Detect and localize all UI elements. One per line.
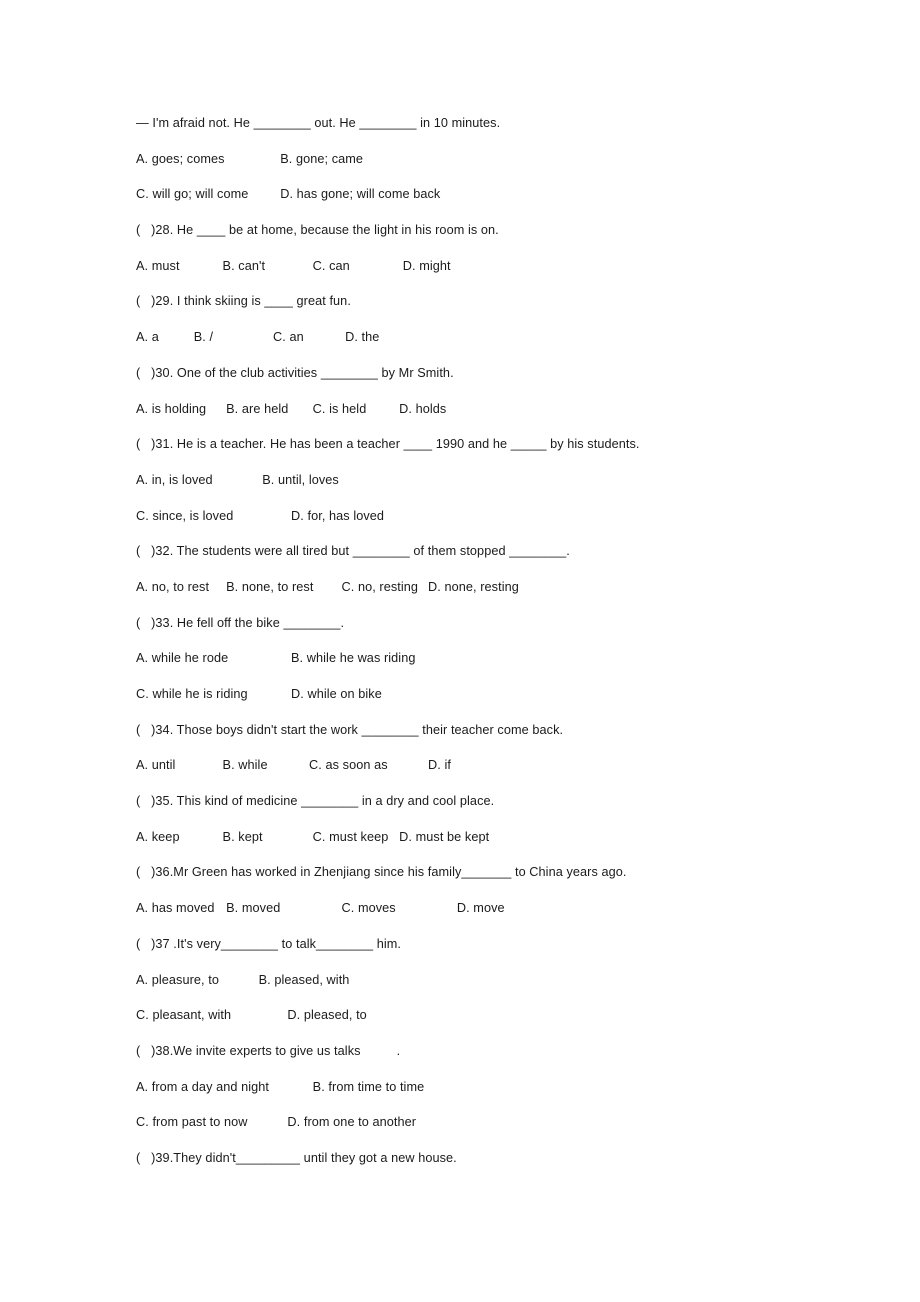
options-38-cd: C. from past to now D. from one to anoth…	[136, 1115, 417, 1130]
options-37-cd: C. pleasant, with D. pleased, to	[136, 1008, 367, 1023]
options-37-ab: A. pleasure, to B. pleased, with	[136, 972, 350, 987]
question-31: ( )31. He is a teacher. He has been a te…	[136, 437, 640, 452]
question-36: ( )36.Mr Green has worked in Zhenjiang s…	[136, 865, 627, 880]
question-34: ( )34. Those boys didn't start the work …	[136, 722, 564, 737]
question-38: ( )38.We invite experts to give us talks…	[136, 1043, 401, 1058]
options-38-ab: A. from a day and night B. from time to …	[136, 1079, 425, 1094]
options-28: A. must B. can't C. can D. might	[136, 258, 451, 273]
options-32: A. no, to rest B. none, to rest C. no, r…	[136, 579, 519, 594]
options-35: A. keep B. kept C. must keep D. must be …	[136, 829, 490, 844]
options-31-ab: A. in, is loved B. until, loves	[136, 472, 339, 487]
options-27-cd: C. will go; will come D. has gone; will …	[136, 187, 441, 202]
question-29: ( )29. I think skiing is ____ great fun.	[136, 294, 351, 309]
options-29: A. a B. / C. an D. the	[136, 330, 380, 345]
options-33-cd: C. while he is riding D. while on bike	[136, 687, 382, 701]
question-35: ( )35. This kind of medicine ________ in…	[136, 794, 495, 809]
worksheet-text-body: — I'm afraid not. He ________ out. He __…	[136, 113, 876, 1184]
question-30: ( )30. One of the club activities ______…	[136, 365, 454, 380]
options-33-ab: A. while he rode B. while he was riding	[136, 651, 416, 666]
question-32: ( )32. The students were all tired but _…	[136, 544, 570, 559]
options-30: A. is holding B. are held C. is held D. …	[136, 401, 447, 416]
document-page: — I'm afraid not. He ________ out. He __…	[0, 0, 920, 1302]
question-28: ( )28. He ____ be at home, because the l…	[136, 223, 499, 238]
question-37: ( )37 .It's very________ to talk________…	[136, 936, 402, 951]
options-34: A. until B. while C. as soon as D. if	[136, 758, 451, 773]
question-39: ( )39.They didn't_________ until they go…	[136, 1150, 457, 1165]
stem-27-continuation: — I'm afraid not. He ________ out. He __…	[136, 116, 501, 130]
options-36: A. has moved B. moved C. moves D. move	[136, 901, 505, 916]
options-27-ab: A. goes; comes B. gone; came	[136, 151, 364, 166]
question-33: ( )33. He fell off the bike ________.	[136, 615, 345, 630]
options-31-cd: C. since, is loved D. for, has loved	[136, 508, 385, 523]
